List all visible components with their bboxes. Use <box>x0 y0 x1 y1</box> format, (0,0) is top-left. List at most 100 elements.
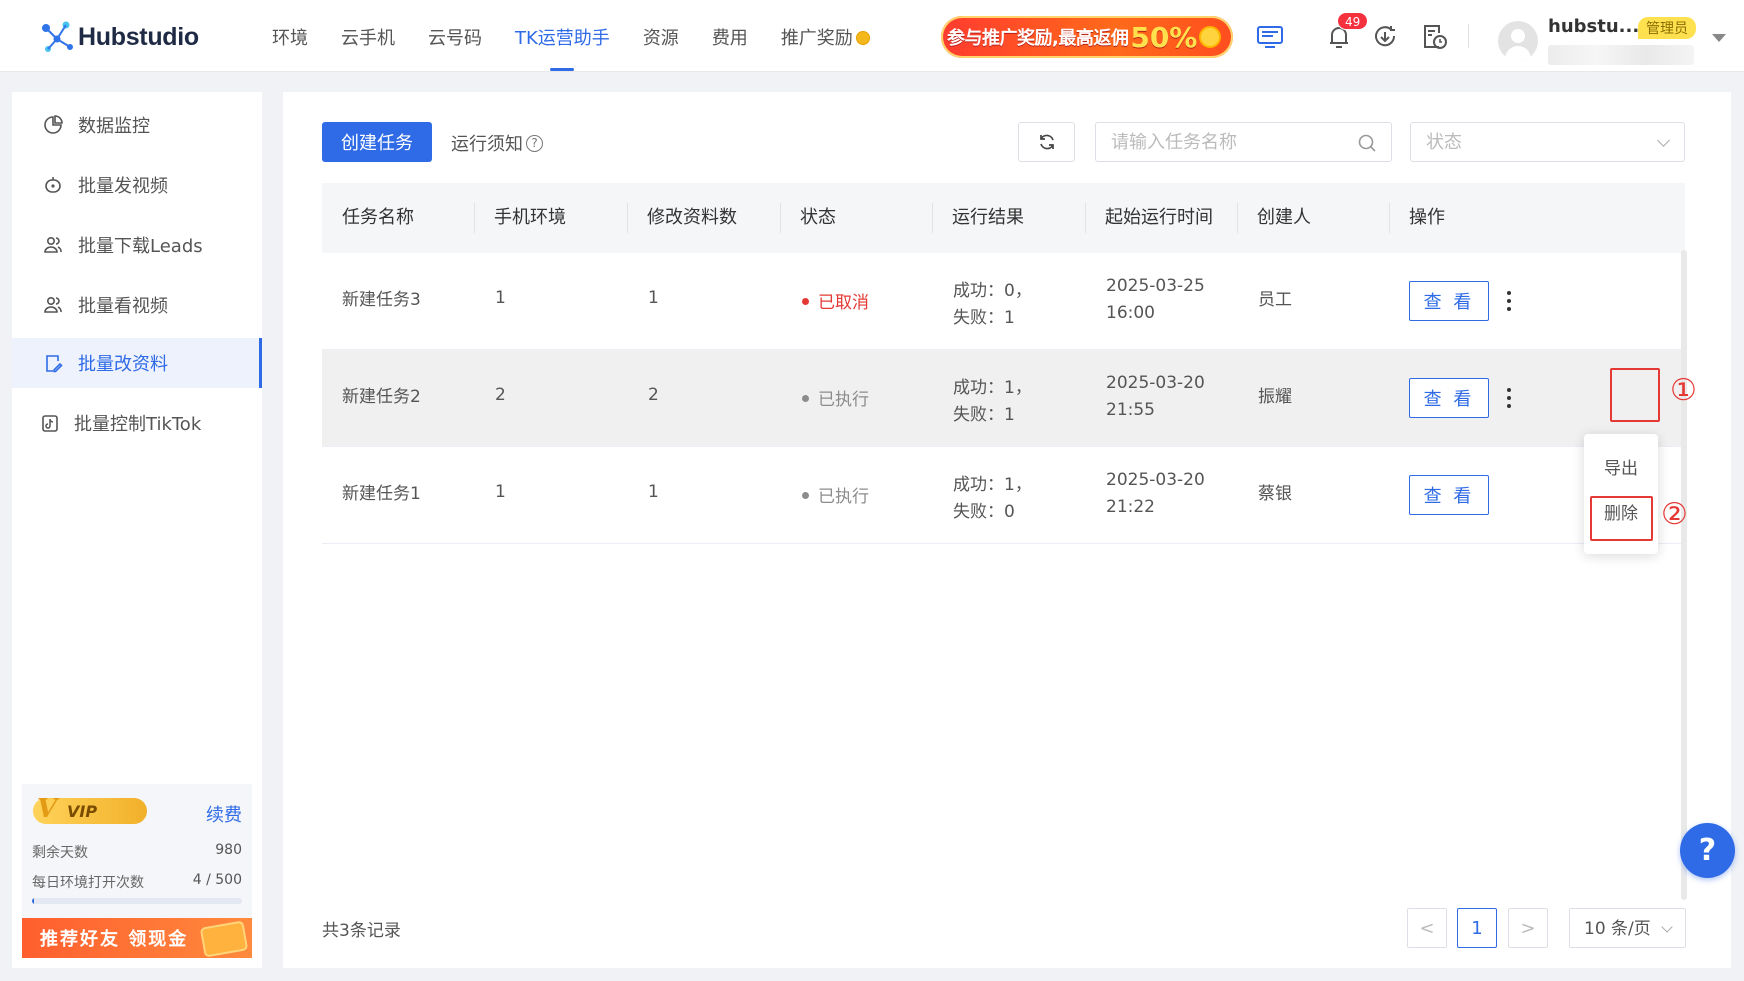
nav-billing[interactable]: 费用 <box>712 0 748 72</box>
question-circle-icon: ? <box>526 134 543 152</box>
hub-logo-icon <box>42 21 73 52</box>
status-dot <box>802 298 809 305</box>
creator: 蔡银 <box>1258 484 1292 504</box>
page-size-select[interactable]: 10 条/页 <box>1569 908 1686 948</box>
status-badge: 已取消 <box>802 288 869 313</box>
sidebar-item-label: 批量控制TikTok <box>74 414 202 435</box>
robot-icon <box>45 177 61 193</box>
result-fail: 失败：1 <box>953 405 1015 425</box>
daily-opens-row: 每日环境打开次数 4 / 500 <box>32 872 242 892</box>
renew-link[interactable]: 续费 <box>206 801 242 827</box>
status-select-input[interactable] <box>1426 123 1666 161</box>
table-row: 新建任务1 1 1 已执行 成功：1， 失败：0 2025-03-20 21:2… <box>322 447 1685 544</box>
users-icon <box>44 236 62 253</box>
task-name: 新建任务2 <box>342 387 421 407</box>
main-panel: 创建任务 运行须知 ? 任务名称 手机环境 修改资料数 状态 运行结果 <box>283 92 1731 968</box>
sidebar-item-batch-post-video[interactable]: 批量发视频 <box>12 160 262 210</box>
tiktok-icon <box>42 415 58 432</box>
sidebar-item-batch-watch-video[interactable]: 批量看视频 <box>12 280 262 330</box>
daily-opens-progress-fill <box>32 898 35 904</box>
nav-cloud-number[interactable]: 云号码 <box>428 0 482 72</box>
status-badge: 已执行 <box>802 482 869 507</box>
table-row: 新建任务3 1 1 已取消 成功：0， 失败：1 2025-03-25 16:0… <box>322 253 1685 350</box>
status-dot <box>802 395 809 402</box>
remaining-days-label: 剩余天数 <box>32 845 88 861</box>
view-button[interactable]: 查 看 <box>1409 281 1489 321</box>
notification-badge: 49 <box>1337 12 1369 30</box>
search-input[interactable] <box>1111 123 1351 161</box>
top-header: Hubstudio 环境 云手机 云号码 TK运营助手 资源 费用 推广奖励 参… <box>0 0 1744 72</box>
highlight-box-more <box>1610 368 1660 422</box>
scrollbar[interactable] <box>1681 250 1687 900</box>
run-notice-link[interactable]: 运行须知 ? <box>451 130 543 156</box>
gift-icon <box>199 920 249 958</box>
nav-cloud-phone[interactable]: 云手机 <box>341 0 395 72</box>
help-button[interactable]: ? <box>1680 823 1735 878</box>
remote-desktop-icon[interactable] <box>1255 22 1285 52</box>
refer-friend-banner[interactable]: 推荐好友 领现金 <box>22 918 252 958</box>
page-button-1[interactable]: 1 <box>1457 908 1497 948</box>
sidebar-item-label: 批量改资料 <box>78 354 168 375</box>
app-logo[interactable]: Hubstudio <box>40 20 199 54</box>
username[interactable]: hubstu... <box>1548 16 1639 37</box>
nav-tk-assistant[interactable]: TK运营助手 <box>515 0 610 72</box>
sidebar-item-batch-edit-profile[interactable]: 批量改资料 <box>12 338 262 388</box>
status-select[interactable] <box>1410 122 1685 162</box>
nav-resources[interactable]: 资源 <box>643 0 679 72</box>
sync-download-icon[interactable] <box>1370 22 1400 52</box>
annotation-step-2: ② <box>1661 497 1688 532</box>
chevron-down-icon[interactable] <box>1712 34 1726 42</box>
task-table: 任务名称 手机环境 修改资料数 状态 运行结果 起始运行时间 创建人 操作 新建… <box>322 183 1685 544</box>
role-badge: 管理员 <box>1638 17 1696 39</box>
more-vertical-icon[interactable] <box>1504 386 1514 410</box>
status-badge: 已执行 <box>802 385 869 410</box>
more-vertical-icon[interactable] <box>1504 289 1514 313</box>
sidebar-item-label: 批量看视频 <box>78 296 168 317</box>
daily-opens-progress <box>32 898 242 904</box>
logo-text: Hubstudio <box>78 22 199 51</box>
annotation-step-1: ① <box>1670 373 1697 408</box>
col-start-time: 起始运行时间 <box>1105 207 1213 228</box>
promo-text: 参与推广奖励,最高返佣 <box>947 28 1129 49</box>
edit-count: 1 <box>648 288 659 308</box>
start-time: 16:00 <box>1106 303 1155 323</box>
sidebar-item-batch-download-leads[interactable]: 批量下载Leads <box>12 220 262 270</box>
run-notice-label: 运行须知 <box>451 134 523 155</box>
daily-opens-label: 每日环境打开次数 <box>32 875 144 891</box>
task-history-icon[interactable] <box>1419 22 1449 52</box>
remaining-days-row: 剩余天数 980 <box>32 842 242 862</box>
sidebar-item-data-monitor[interactable]: 数据监控 <box>12 100 262 150</box>
col-creator: 创建人 <box>1257 207 1311 228</box>
search-icon[interactable] <box>1357 133 1377 153</box>
menu-item-export[interactable]: 导出 <box>1584 454 1658 479</box>
page-size-value: 10 条/页 <box>1584 919 1651 939</box>
nav-referral-reward[interactable]: 推广奖励 <box>781 0 870 72</box>
view-button[interactable]: 查 看 <box>1409 378 1489 418</box>
status-text: 已取消 <box>818 293 869 313</box>
status-text: 已执行 <box>818 487 869 507</box>
task-search <box>1095 122 1392 162</box>
start-time: 21:22 <box>1106 497 1155 517</box>
edit-doc-icon <box>46 355 63 373</box>
view-button[interactable]: 查 看 <box>1409 475 1489 515</box>
result-success: 成功：0， <box>953 281 1032 301</box>
next-page-button[interactable]: > <box>1508 908 1548 948</box>
promo-banner[interactable]: 参与推广奖励,最高返佣 50% <box>941 16 1233 58</box>
phone-env: 1 <box>495 482 506 502</box>
table-row: 新建任务2 2 2 已执行 成功：1， 失败：1 2025-03-20 21:5… <box>322 350 1685 447</box>
avatar[interactable] <box>1498 21 1538 61</box>
prev-page-button[interactable]: < <box>1407 908 1447 948</box>
highlight-box-delete <box>1590 496 1653 541</box>
col-run-result: 运行结果 <box>952 207 1024 228</box>
nav-environment[interactable]: 环境 <box>272 0 308 72</box>
create-task-button[interactable]: 创建任务 <box>322 122 432 162</box>
sidebar-item-batch-control-tiktok[interactable]: 批量控制TikTok <box>12 398 262 448</box>
phone-env: 1 <box>495 288 506 308</box>
vip-badge: VIP <box>33 794 147 824</box>
col-edit-count: 修改资料数 <box>647 207 737 228</box>
blurred-account-id <box>1548 45 1694 65</box>
refresh-button[interactable] <box>1018 122 1075 162</box>
users-icon <box>44 296 62 313</box>
gold-coin-icon <box>1199 26 1222 48</box>
vip-card: VIP 续费 剩余天数 980 每日环境打开次数 4 / 500 推荐好友 领现… <box>22 784 252 958</box>
